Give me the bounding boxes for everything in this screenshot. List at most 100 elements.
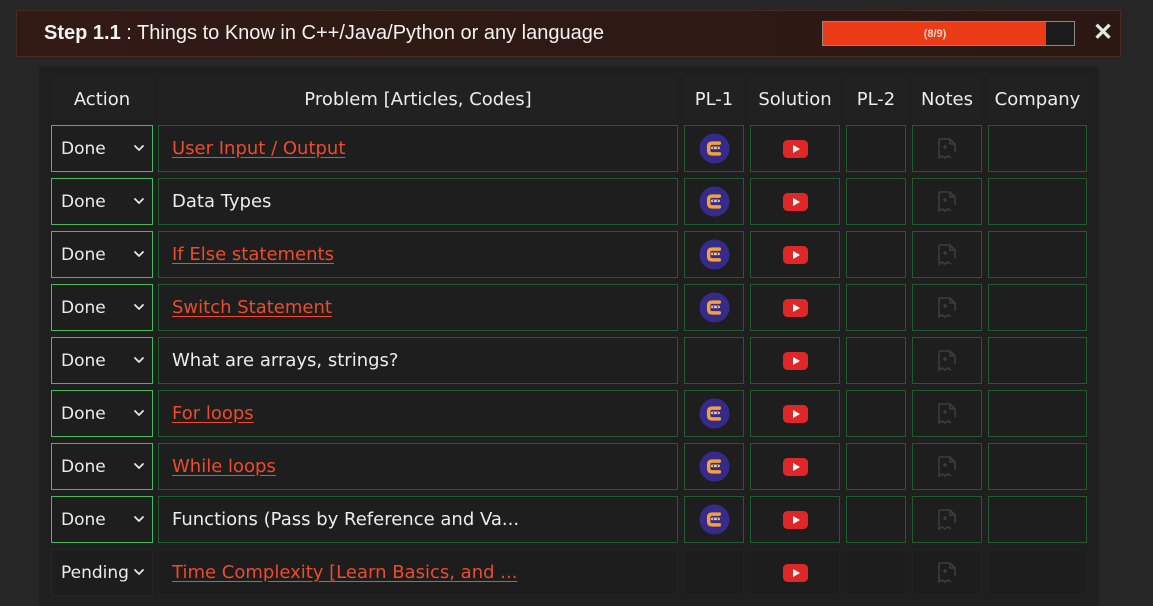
codingninjas-icon[interactable] — [698, 451, 730, 482]
pl1-cell — [684, 284, 744, 331]
close-icon[interactable]: ✕ — [1092, 19, 1114, 47]
status-dropdown[interactable]: Done — [51, 231, 153, 278]
pl1-cell — [684, 443, 744, 490]
company-cell — [988, 337, 1087, 384]
problem-link[interactable]: While loops — [172, 456, 276, 477]
note-add-icon[interactable] — [934, 560, 960, 586]
problem-cell: For loops — [158, 390, 678, 437]
youtube-icon[interactable] — [782, 298, 808, 317]
youtube-icon[interactable] — [782, 457, 808, 476]
notes-cell — [912, 443, 982, 490]
notes-cell — [912, 549, 982, 596]
notes-cell — [912, 178, 982, 225]
chevron-down-icon — [132, 406, 146, 420]
problem-cell: Switch Statement — [158, 284, 678, 331]
step-label: Step 1.1 — [44, 22, 121, 44]
status-dropdown[interactable]: Pending — [51, 549, 153, 596]
notes-cell — [912, 337, 982, 384]
pl1-cell — [684, 178, 744, 225]
problem-link[interactable]: If Else statements — [172, 244, 334, 265]
status-dropdown[interactable]: Done — [51, 443, 153, 490]
status-value: Done — [61, 297, 106, 318]
status-dropdown[interactable]: Done — [51, 337, 153, 384]
note-add-icon[interactable] — [934, 401, 960, 427]
pl2-cell — [846, 125, 906, 172]
note-add-icon[interactable] — [934, 507, 960, 533]
pl2-cell — [846, 496, 906, 543]
column-header-problem: Problem [Articles, Codes] — [158, 78, 678, 120]
codingninjas-icon[interactable] — [698, 292, 730, 323]
problem-title: What are arrays, strings? — [172, 350, 399, 371]
youtube-icon[interactable] — [782, 404, 808, 423]
youtube-icon[interactable] — [782, 563, 808, 582]
youtube-icon[interactable] — [782, 139, 808, 158]
chevron-down-icon — [132, 565, 146, 579]
problem-link[interactable]: For loops — [172, 403, 254, 424]
status-dropdown[interactable]: Done — [51, 390, 153, 437]
codingninjas-icon[interactable] — [698, 186, 730, 217]
progress-bar: (8/9) — [822, 21, 1075, 46]
status-dropdown[interactable]: Done — [51, 125, 153, 172]
problem-title: Functions (Pass by Reference and Va... — [172, 509, 520, 530]
codingninjas-icon[interactable] — [698, 398, 730, 429]
notes-cell — [912, 496, 982, 543]
note-add-icon[interactable] — [934, 454, 960, 480]
company-cell — [988, 496, 1087, 543]
status-value: Done — [61, 244, 106, 265]
youtube-icon[interactable] — [782, 245, 808, 264]
solution-cell — [750, 284, 840, 331]
company-cell — [988, 178, 1087, 225]
column-header-solution: Solution — [750, 78, 840, 120]
note-add-icon[interactable] — [934, 348, 960, 374]
note-add-icon[interactable] — [934, 295, 960, 321]
problem-title: Data Types — [172, 191, 272, 212]
company-cell — [988, 390, 1087, 437]
problem-cell: Functions (Pass by Reference and Va... — [158, 496, 678, 543]
status-dropdown[interactable]: Done — [51, 178, 153, 225]
chevron-down-icon — [132, 300, 146, 314]
status-value: Done — [61, 509, 106, 530]
pl1-cell — [684, 549, 744, 596]
youtube-icon[interactable] — [782, 192, 808, 211]
note-add-icon[interactable] — [934, 242, 960, 268]
problem-link[interactable]: Time Complexity [Learn Basics, and ... — [172, 562, 517, 583]
column-header-notes: Notes — [912, 78, 982, 120]
chevron-down-icon — [132, 247, 146, 261]
chevron-down-icon — [132, 512, 146, 526]
step-title-text: : Things to Know in C++/Java/Python or a… — [120, 22, 604, 44]
solution-cell — [750, 390, 840, 437]
status-dropdown[interactable]: Done — [51, 284, 153, 331]
youtube-icon[interactable] — [782, 510, 808, 529]
pl1-cell — [684, 390, 744, 437]
youtube-icon[interactable] — [782, 351, 808, 370]
notes-cell — [912, 284, 982, 331]
pl1-cell — [684, 125, 744, 172]
problem-cell: Data Types — [158, 178, 678, 225]
pl2-cell — [846, 443, 906, 490]
status-dropdown[interactable]: Done — [51, 496, 153, 543]
pl2-cell — [846, 284, 906, 331]
solution-cell — [750, 231, 840, 278]
pl1-cell — [684, 231, 744, 278]
problem-link[interactable]: User Input / Output — [172, 138, 345, 159]
codingninjas-icon[interactable] — [698, 239, 730, 270]
problem-link[interactable]: Switch Statement — [172, 297, 332, 318]
solution-cell — [750, 496, 840, 543]
solution-cell — [750, 549, 840, 596]
solution-cell — [750, 443, 840, 490]
column-header-pl1: PL-1 — [684, 78, 744, 120]
pl2-cell — [846, 390, 906, 437]
notes-cell — [912, 231, 982, 278]
note-add-icon[interactable] — [934, 136, 960, 162]
problem-cell: If Else statements — [158, 231, 678, 278]
chevron-down-icon — [132, 353, 146, 367]
company-cell — [988, 549, 1087, 596]
codingninjas-icon[interactable] — [698, 133, 730, 164]
column-header-action: Action — [51, 78, 153, 120]
note-add-icon[interactable] — [934, 189, 960, 215]
pl1-cell — [684, 337, 744, 384]
codingninjas-icon[interactable] — [698, 504, 730, 535]
solution-cell — [750, 178, 840, 225]
progress-text: (8/9) — [923, 27, 947, 40]
status-value: Done — [61, 403, 106, 424]
